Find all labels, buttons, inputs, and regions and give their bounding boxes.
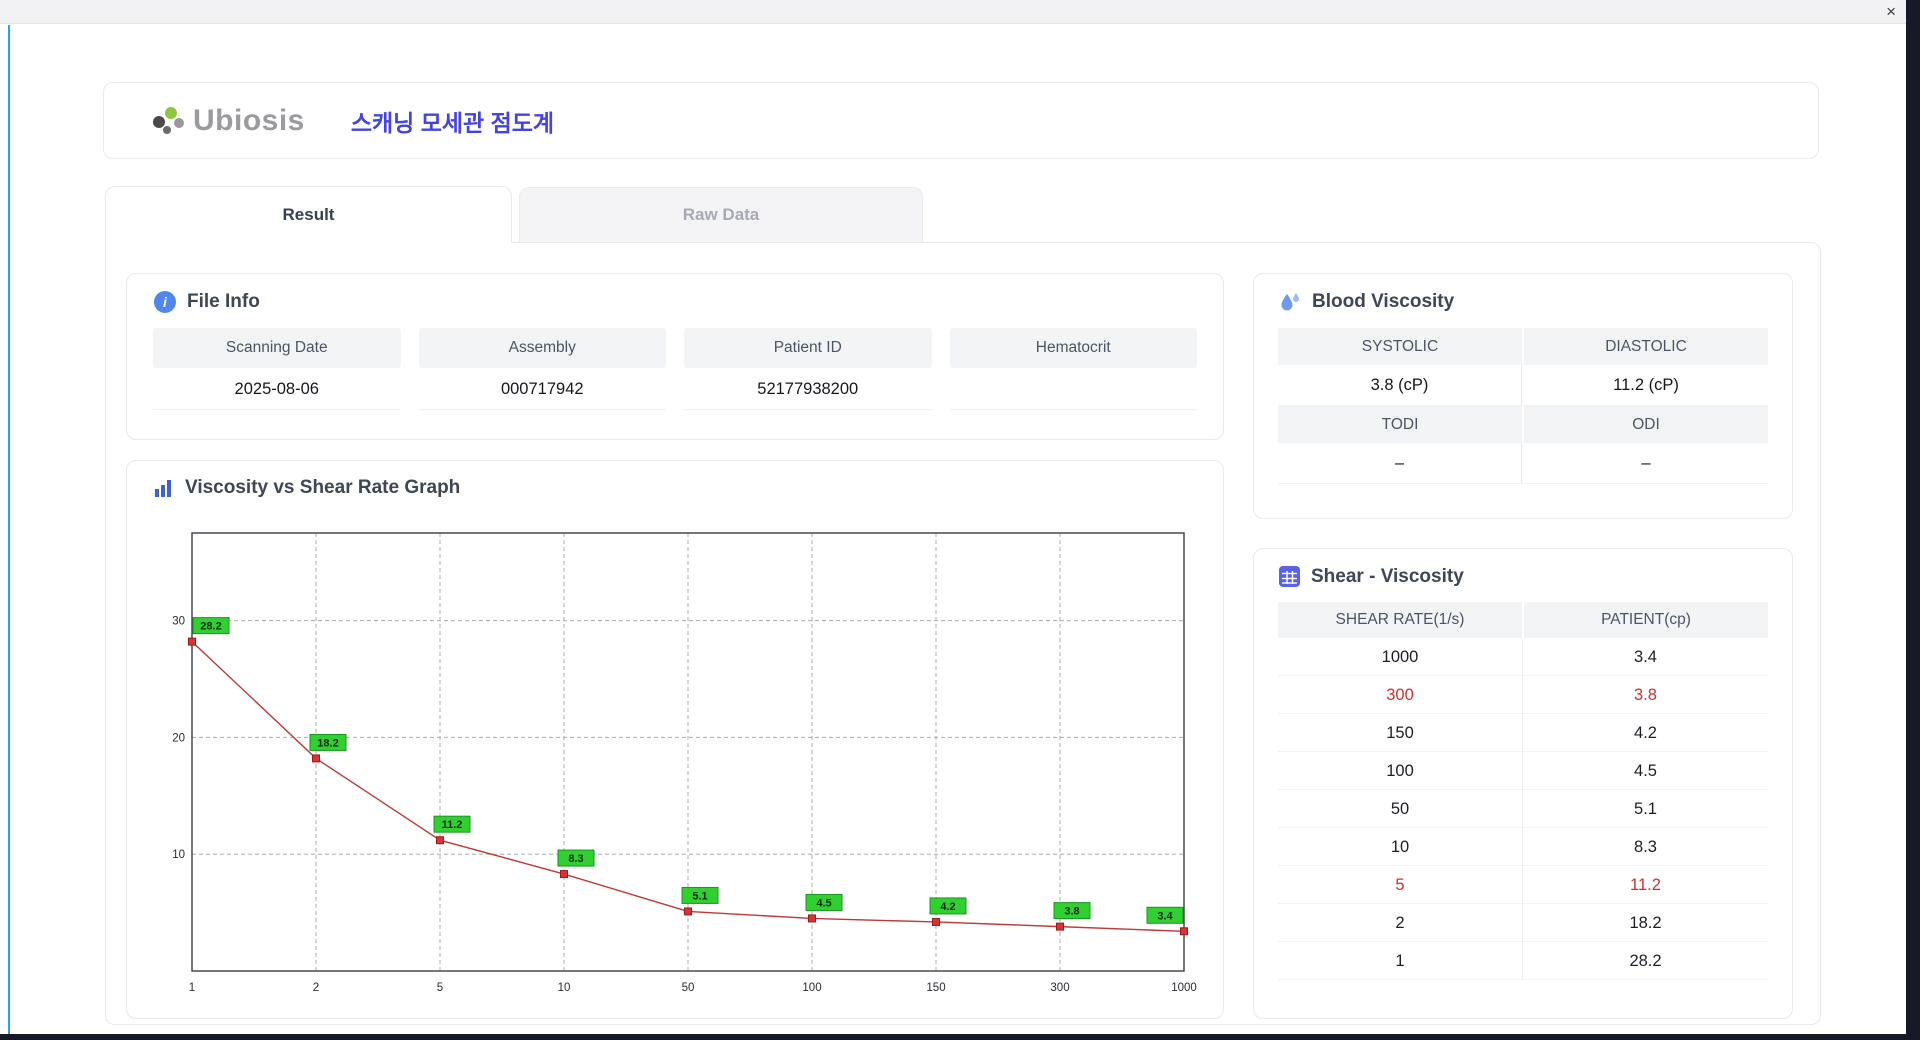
table-row: 100 4.5 (1278, 752, 1768, 790)
file-info-title: File Info (187, 291, 260, 313)
bar-chart-icon (153, 477, 175, 499)
shear-viscosity-card: Shear - Viscosity SHEAR RATE(1/s) PATIEN… (1253, 548, 1793, 1019)
blood-viscosity-title: Blood Viscosity (1312, 291, 1454, 313)
logo-text: Ubiosis (193, 104, 305, 138)
file-info-card: i File Info Scanning Date 2025-08-06 Ass… (126, 273, 1224, 440)
todi-header: TODI (1278, 406, 1522, 443)
patient-cell: 4.5 (1523, 752, 1768, 790)
svg-text:1000: 1000 (1171, 982, 1197, 994)
svg-text:8.3: 8.3 (568, 853, 583, 865)
field-assembly: Assembly 000717942 (419, 328, 667, 410)
droplet-icon (1278, 290, 1302, 314)
patient-cell: 28.2 (1523, 942, 1768, 980)
table-row: 150 4.2 (1278, 714, 1768, 752)
field-label: Patient ID (684, 328, 932, 368)
table-row: 50 5.1 (1278, 790, 1768, 828)
field-value: 2025-08-06 (153, 368, 401, 410)
table-row: 2 18.2 (1278, 904, 1768, 942)
field-hematocrit: Hematocrit (950, 328, 1198, 410)
diastolic-value: 11.2 (cP) (1524, 365, 1768, 406)
table-row: 1000 3.4 (1278, 638, 1768, 676)
header-card: Ubiosis 스캐닝 모세관 점도계 (103, 82, 1819, 159)
page-title: 스캐닝 모세관 점도계 (351, 104, 554, 138)
field-patient-id: Patient ID 52177938200 (684, 328, 932, 410)
titlebar: × (0, 0, 1906, 24)
field-label: Hematocrit (950, 328, 1198, 368)
table-row: 300 3.8 (1278, 676, 1768, 714)
svg-text:4.2: 4.2 (940, 901, 955, 913)
systolic-header: SYSTOLIC (1278, 328, 1522, 365)
patient-cell: 3.4 (1523, 638, 1768, 676)
shear-cell: 50 (1278, 790, 1523, 828)
svg-text:1: 1 (189, 982, 195, 994)
patient-cell: 18.2 (1523, 904, 1768, 942)
field-value (950, 368, 1198, 410)
shear-cell: 5 (1278, 866, 1523, 904)
shear-rate-column-header: SHEAR RATE(1/s) (1278, 602, 1522, 638)
svg-text:4.5: 4.5 (816, 897, 831, 909)
odi-header: ODI (1524, 406, 1768, 443)
svg-text:5.1: 5.1 (692, 890, 707, 902)
svg-text:5: 5 (437, 982, 443, 994)
svg-text:18.2: 18.2 (317, 737, 338, 749)
file-info-fields: Scanning Date 2025-08-06 Assembly 000717… (153, 328, 1197, 410)
svg-text:50: 50 (682, 982, 695, 994)
app-window: × Ubiosis 스캐닝 모세관 점도계 Result Raw Data i … (0, 0, 1906, 1034)
svg-text:100: 100 (802, 982, 821, 994)
table-row: 1 28.2 (1278, 942, 1768, 980)
blood-viscosity-table: SYSTOLIC DIASTOLIC 3.8 (cP) 11.2 (cP) TO… (1278, 328, 1768, 484)
tab-result[interactable]: Result (105, 186, 512, 243)
todi-value: – (1278, 443, 1522, 484)
table-row: 10 8.3 (1278, 828, 1768, 866)
left-accent-line (8, 25, 10, 1034)
patient-cell: 4.2 (1523, 714, 1768, 752)
field-scanning-date: Scanning Date 2025-08-06 (153, 328, 401, 410)
blood-viscosity-card: Blood Viscosity SYSTOLIC DIASTOLIC 3.8 (… (1253, 273, 1793, 519)
shear-cell: 10 (1278, 828, 1523, 866)
patient-cell: 3.8 (1523, 676, 1768, 714)
svg-text:28.2: 28.2 (200, 621, 221, 633)
svg-text:300: 300 (1050, 982, 1069, 994)
viscosity-graph-card: Viscosity vs Shear Rate Graph 10 20 30 28.2… (126, 460, 1224, 1019)
field-value: 000717942 (419, 368, 667, 410)
patient-cell: 5.1 (1523, 790, 1768, 828)
shear-cell: 150 (1278, 714, 1523, 752)
table-row: 5 11.2 (1278, 866, 1768, 904)
patient-column-header: PATIENT(cp) (1524, 602, 1768, 638)
grid-icon (1278, 565, 1301, 588)
field-label: Scanning Date (153, 328, 401, 368)
svg-text:150: 150 (926, 982, 945, 994)
systolic-value: 3.8 (cP) (1278, 365, 1522, 406)
field-label: Assembly (419, 328, 667, 368)
field-value: 52177938200 (684, 368, 932, 410)
close-icon[interactable]: × (1886, 1, 1896, 23)
shear-table-header: SHEAR RATE(1/s) PATIENT(cp) (1278, 602, 1768, 638)
patient-cell: 8.3 (1523, 828, 1768, 866)
shear-cell: 300 (1278, 676, 1523, 714)
svg-text:30: 30 (172, 616, 185, 628)
svg-text:10: 10 (558, 982, 571, 994)
shear-cell: 1000 (1278, 638, 1523, 676)
svg-text:11.2: 11.2 (442, 819, 463, 831)
svg-text:3.4: 3.4 (1157, 910, 1173, 922)
shear-viscosity-title: Shear - Viscosity (1311, 566, 1464, 588)
graph-title: Viscosity vs Shear Rate Graph (185, 477, 460, 499)
result-tab-panel: i File Info Scanning Date 2025-08-06 Ass… (105, 242, 1821, 1025)
svg-text:20: 20 (172, 732, 185, 744)
shear-cell: 100 (1278, 752, 1523, 790)
tab-raw-data[interactable]: Raw Data (519, 187, 923, 242)
svg-text:3.8: 3.8 (1064, 906, 1079, 918)
diastolic-header: DIASTOLIC (1524, 328, 1768, 365)
patient-cell: 11.2 (1523, 866, 1768, 904)
shear-cell: 1 (1278, 942, 1523, 980)
shear-cell: 2 (1278, 904, 1523, 942)
svg-text:2: 2 (313, 982, 319, 994)
info-icon: i (153, 290, 177, 314)
ubiosis-dots-icon (150, 105, 186, 137)
svg-text:10: 10 (172, 849, 185, 861)
odi-value: – (1524, 443, 1768, 484)
ubiosis-logo: Ubiosis (150, 104, 305, 138)
viscosity-chart: 10 20 30 28.2 18.2 11.2 8.3 5.1 4.5 4.2 3.8 3.4 1 2 5 1… (165, 523, 1205, 1008)
